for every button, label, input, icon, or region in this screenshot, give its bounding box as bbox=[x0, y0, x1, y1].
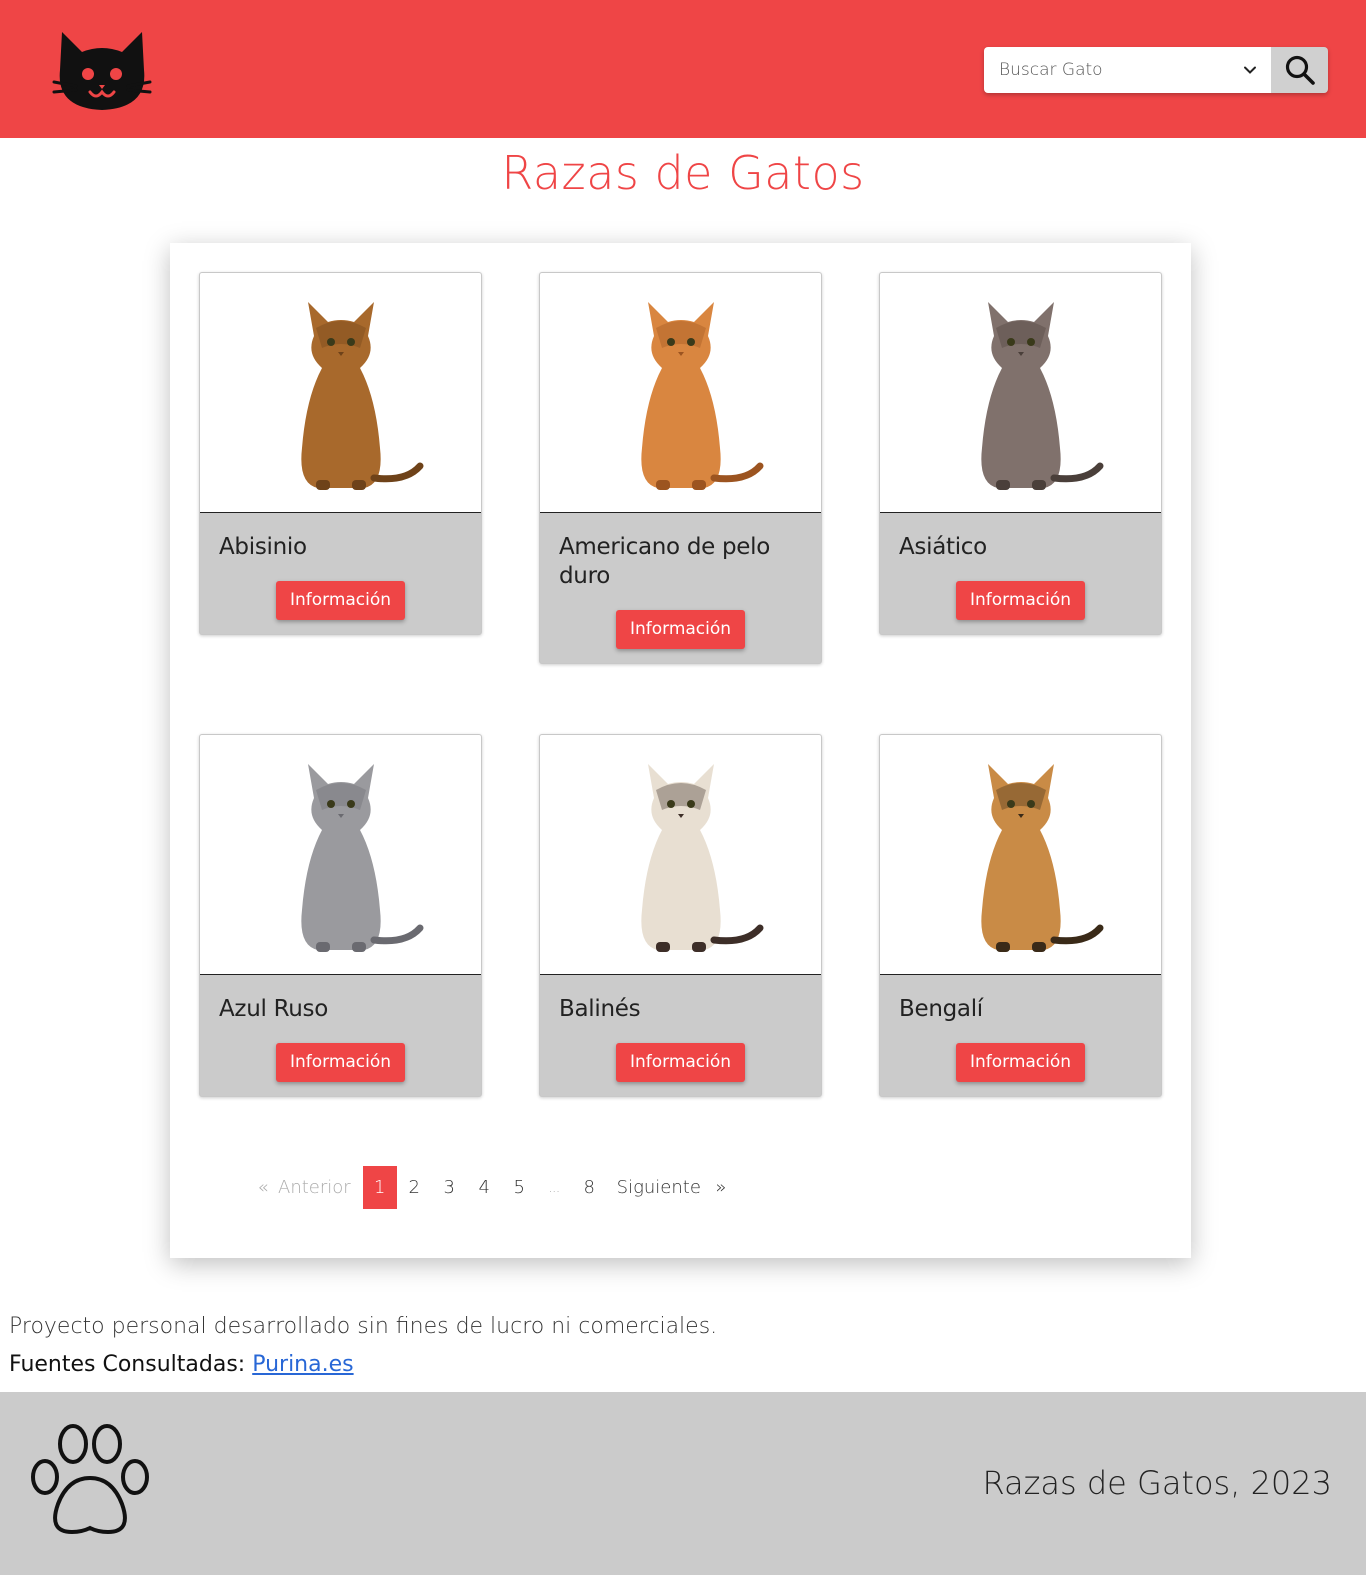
sources-label: Fuentes Consultadas: bbox=[9, 1352, 246, 1377]
page-number[interactable]: 5 bbox=[502, 1177, 537, 1198]
sources-line: Fuentes Consultadas: Purina.es bbox=[9, 1352, 354, 1377]
cat-illustration bbox=[640, 301, 763, 490]
info-button[interactable]: Información bbox=[615, 610, 746, 649]
pagination-next-arrow[interactable]: » bbox=[701, 1177, 741, 1198]
info-button[interactable]: Información bbox=[955, 581, 1086, 620]
page-ellipsis: ... bbox=[548, 1180, 560, 1195]
info-button[interactable]: Información bbox=[955, 1043, 1086, 1082]
breed-card: Abisinio Información bbox=[199, 272, 482, 635]
breed-name: Azul Ruso bbox=[219, 996, 328, 1022]
breed-name: Bengalí bbox=[899, 996, 983, 1022]
breed-actions: Información bbox=[200, 562, 481, 634]
cat-illustration bbox=[980, 301, 1103, 490]
breed-actions: Información bbox=[540, 1024, 821, 1096]
cat-face-icon[interactable] bbox=[52, 30, 152, 112]
pagination-prev-arrow[interactable]: « bbox=[248, 1177, 278, 1198]
search-select[interactable]: Buscar Gato bbox=[984, 47, 1271, 93]
breed-image[interactable] bbox=[880, 735, 1161, 975]
sources-link[interactable]: Purina.es bbox=[252, 1352, 353, 1377]
breed-actions: Información bbox=[880, 1024, 1161, 1096]
breed-card: Americano de pelo duro Información bbox=[539, 272, 822, 664]
search-button[interactable] bbox=[1271, 47, 1328, 93]
breed-image[interactable] bbox=[200, 735, 481, 975]
page-number[interactable]: 2 bbox=[397, 1177, 432, 1198]
pagination-prev[interactable]: Anterior bbox=[278, 1177, 351, 1198]
pagination-next[interactable]: Siguiente bbox=[617, 1177, 701, 1198]
breed-card: Azul Ruso Información bbox=[199, 734, 482, 1097]
page-number[interactable]: 4 bbox=[467, 1177, 502, 1198]
footer: Razas de Gatos, 2023 bbox=[0, 1392, 1366, 1575]
breed-actions: Información bbox=[200, 1024, 481, 1096]
breed-card: Balinés Información bbox=[539, 734, 822, 1097]
cat-illustration bbox=[300, 301, 423, 490]
page-number[interactable]: 3 bbox=[432, 1177, 467, 1198]
breed-name: Balinés bbox=[559, 996, 641, 1022]
breed-image[interactable] bbox=[200, 273, 481, 513]
breed-name: Abisinio bbox=[219, 534, 307, 560]
search-icon bbox=[1285, 55, 1315, 85]
breed-panel: Abisinio Información Americano de pelo dur… bbox=[170, 243, 1191, 1258]
disclaimer-text: Proyecto personal desarrollado sin fines… bbox=[9, 1314, 718, 1339]
page-number-active[interactable]: 1 bbox=[362, 1166, 397, 1209]
breed-image[interactable] bbox=[880, 273, 1161, 513]
pagination-pages: 1 2 3 4 5... 8 bbox=[362, 1166, 607, 1209]
breed-name: Asiático bbox=[899, 534, 987, 560]
breed-image[interactable] bbox=[540, 273, 821, 513]
breed-actions: Información bbox=[540, 591, 821, 663]
breed-name: Americano de pelo duro bbox=[559, 534, 771, 589]
info-button[interactable]: Información bbox=[275, 581, 406, 620]
page-number[interactable]: 8 bbox=[572, 1177, 607, 1198]
paw-icon bbox=[31, 1424, 149, 1535]
cat-illustration bbox=[980, 763, 1103, 952]
breed-image[interactable] bbox=[540, 735, 821, 975]
search-placeholder: Buscar Gato bbox=[999, 60, 1103, 80]
cat-illustration bbox=[300, 763, 423, 952]
breed-card: Asiático Información bbox=[879, 272, 1162, 635]
info-button[interactable]: Información bbox=[615, 1043, 746, 1082]
header: Buscar Gato bbox=[0, 0, 1366, 138]
breed-card: Bengalí Información bbox=[879, 734, 1162, 1097]
search-bar: Buscar Gato bbox=[984, 47, 1328, 93]
footer-title: Razas de Gatos, 2023 bbox=[982, 1464, 1332, 1502]
chevron-down-icon bbox=[1244, 66, 1256, 74]
page-title: Razas de Gatos bbox=[501, 146, 865, 200]
cat-illustration bbox=[640, 763, 763, 952]
pagination: « Anterior 1 2 3 4 5... 8 Siguiente » bbox=[248, 1166, 741, 1209]
info-button[interactable]: Información bbox=[275, 1043, 406, 1082]
breed-actions: Información bbox=[880, 562, 1161, 634]
